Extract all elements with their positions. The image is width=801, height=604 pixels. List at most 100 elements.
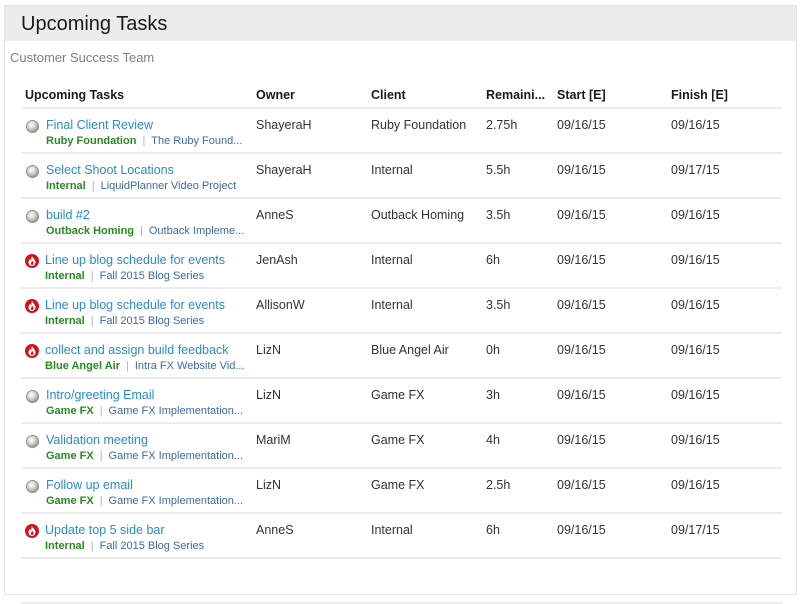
- task-name-link[interactable]: Validation meeting: [46, 433, 148, 447]
- flame-glyph: [28, 301, 36, 311]
- task-client: Game FX: [371, 388, 425, 402]
- urgent-fire-icon: [25, 524, 39, 538]
- task-client-link[interactable]: Internal: [46, 180, 86, 192]
- task-project-link[interactable]: Fall 2015 Blog Series: [100, 315, 205, 327]
- task-owner: LizN: [256, 388, 282, 402]
- urgent-fire-icon: [25, 254, 39, 268]
- meta-separator: |: [140, 225, 143, 237]
- task-remaining: 6h: [486, 253, 500, 267]
- column-header-client[interactable]: Client: [371, 88, 406, 102]
- task-name-link[interactable]: Follow up email: [46, 478, 133, 492]
- task-owner: AnneS: [256, 523, 294, 537]
- meta-separator: |: [99, 495, 103, 507]
- task-project-link[interactable]: Game FX Implementation...: [109, 495, 244, 507]
- task-client: Outback Homing: [371, 208, 465, 222]
- table-body: Final Client Review Ruby Foundation | The …: [21, 109, 782, 559]
- task-project-link[interactable]: Outback Impleme...: [149, 225, 244, 237]
- flame-glyph: [28, 526, 36, 536]
- task-name-link[interactable]: Final Client Review: [46, 118, 153, 132]
- task-client-link[interactable]: Ruby Foundation: [46, 135, 136, 147]
- task-project-link[interactable]: The Ruby Found...: [151, 135, 242, 147]
- normal-status-icon: [26, 480, 39, 493]
- task-meta: Internal | Fall 2015 Blog Series: [45, 315, 204, 327]
- normal-status-icon: [26, 120, 39, 133]
- task-finish-date: 09/17/15: [671, 163, 720, 177]
- task-remaining: 3h: [486, 388, 500, 402]
- task-client-link[interactable]: Internal: [45, 315, 85, 327]
- normal-status-icon: [26, 390, 39, 403]
- task-client: Internal: [371, 298, 413, 312]
- task-client-link[interactable]: Outback Homing: [46, 225, 134, 237]
- task-project-link[interactable]: LiquidPlanner Video Project: [101, 180, 237, 192]
- task-remaining: 3.5h: [486, 208, 511, 222]
- task-finish-date: 09/16/15: [671, 388, 720, 402]
- task-project-link[interactable]: Game FX Implementation...: [109, 450, 244, 462]
- urgent-fire-icon: [25, 299, 39, 313]
- task-client-link[interactable]: Game FX: [46, 450, 94, 462]
- column-header-task[interactable]: Upcoming Tasks: [25, 88, 124, 102]
- task-start-date: 09/16/15: [557, 253, 606, 267]
- column-header-remaining[interactable]: Remaini...: [486, 88, 545, 102]
- task-start-date: 09/16/15: [557, 388, 606, 402]
- normal-status-icon: [26, 435, 39, 448]
- task-start-date: 09/16/15: [557, 163, 606, 177]
- task-start-date: 09/16/15: [557, 298, 606, 312]
- task-meta: Internal | LiquidPlanner Video Project: [46, 180, 236, 192]
- task-meta: Ruby Foundation | The Ruby Found...: [46, 135, 242, 147]
- task-meta: Internal | Fall 2015 Blog Series: [45, 270, 204, 282]
- task-client: Internal: [371, 253, 413, 267]
- task-name-link[interactable]: Line up blog schedule for events: [45, 253, 225, 267]
- task-client-link[interactable]: Internal: [45, 270, 85, 282]
- meta-separator: |: [90, 315, 94, 327]
- table-row: Update top 5 side bar Internal | Fall 2015…: [21, 514, 782, 559]
- task-client: Game FX: [371, 478, 425, 492]
- table-header-row: Upcoming Tasks Owner Client Remaini... S…: [21, 86, 782, 109]
- task-name-link[interactable]: Update top 5 side bar: [45, 523, 165, 537]
- task-project-link[interactable]: Fall 2015 Blog Series: [100, 270, 205, 282]
- upcoming-tasks-panel: Upcoming Tasks Customer Success Team Upc…: [4, 5, 797, 604]
- column-header-start[interactable]: Start [E]: [557, 88, 606, 102]
- task-finish-date: 09/16/15: [671, 253, 720, 267]
- task-name-link[interactable]: build #2: [46, 208, 90, 222]
- task-client-link[interactable]: Blue Angel Air: [45, 360, 120, 372]
- meta-separator: |: [99, 450, 103, 462]
- task-meta: Game FX | Game FX Implementation...: [46, 405, 243, 417]
- table-row: Follow up email Game FX | Game FX Implemen…: [21, 469, 782, 514]
- task-finish-date: 09/17/15: [671, 523, 720, 537]
- flame-glyph: [28, 256, 36, 266]
- task-client: Game FX: [371, 433, 425, 447]
- task-client: Internal: [371, 523, 413, 537]
- task-finish-date: 09/16/15: [671, 343, 720, 357]
- task-start-date: 09/16/15: [557, 343, 606, 357]
- task-project-link[interactable]: Fall 2015 Blog Series: [100, 540, 205, 552]
- table-row: Final Client Review Ruby Foundation | The …: [21, 109, 782, 154]
- task-finish-date: 09/16/15: [671, 208, 720, 222]
- team-subtitle: Customer Success Team: [10, 50, 155, 65]
- task-remaining: 5.5h: [486, 163, 511, 177]
- table-row: collect and assign build feedback Blue A…: [21, 334, 782, 379]
- meta-separator: |: [99, 405, 103, 417]
- task-remaining: 3.5h: [486, 298, 511, 312]
- column-header-owner[interactable]: Owner: [256, 88, 295, 102]
- task-client: Ruby Foundation: [371, 118, 467, 132]
- task-project-link[interactable]: Game FX Implementation...: [109, 405, 244, 417]
- task-meta: Internal | Fall 2015 Blog Series: [45, 540, 204, 552]
- task-name-link[interactable]: collect and assign build feedback: [45, 343, 228, 357]
- task-project-link[interactable]: Intra FX Website Vid...: [135, 360, 245, 372]
- column-header-finish[interactable]: Finish [E]: [671, 88, 728, 102]
- meta-separator: |: [142, 135, 146, 147]
- table-row: build #2 Outback Homing | Outback Impleme.…: [21, 199, 782, 244]
- task-name-link[interactable]: Select Shoot Locations: [46, 163, 174, 177]
- task-finish-date: 09/16/15: [671, 478, 720, 492]
- task-owner: ShayeraH: [256, 163, 312, 177]
- task-name-link[interactable]: Line up blog schedule for events: [45, 298, 225, 312]
- task-remaining: 2.5h: [486, 478, 511, 492]
- task-client-link[interactable]: Game FX: [46, 495, 94, 507]
- normal-status-icon: [26, 165, 39, 178]
- task-owner: MariM: [256, 433, 291, 447]
- task-start-date: 09/16/15: [557, 478, 606, 492]
- task-client-link[interactable]: Game FX: [46, 405, 94, 417]
- task-name-link[interactable]: Intro/greeting Email: [46, 388, 154, 402]
- task-client-link[interactable]: Internal: [45, 540, 85, 552]
- task-remaining: 4h: [486, 433, 500, 447]
